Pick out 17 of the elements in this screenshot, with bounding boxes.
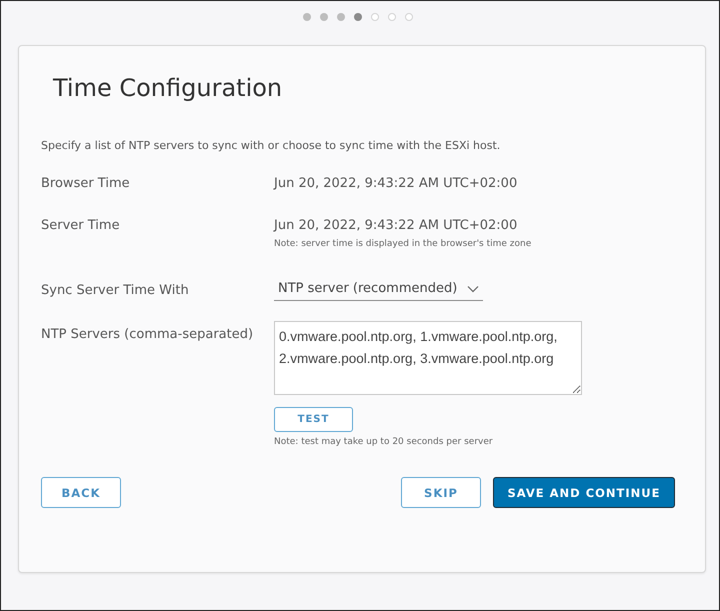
chevron-down-icon: [467, 284, 480, 292]
note-text: Note: server time is displayed in the browser's time zone: [274, 239, 532, 249]
page-title: Time Configuration: [53, 74, 284, 104]
description: Specify a list of NTP servers to sync with or choose to sync time with the ESXi host.: [41, 139, 502, 152]
field-label: NTP Servers (comma-separated): [41, 327, 254, 344]
field-value: Jun 20, 2022, 9:43:22 AM UTC+02:00: [274, 176, 518, 191]
field-label: Server Time: [41, 218, 121, 235]
ntp-servers-field[interactable]: 0.vmware.pool.ntp.org, 1.vmware.pool.ntp.org, 2.vmware.pool.ntp.org, 3.vmware.pool.ntp.org: [274, 321, 582, 395]
save-and-continue-button[interactable]: SAVE AND CONTINUE: [493, 477, 675, 508]
back-button[interactable]: BACK: [41, 477, 121, 508]
field-value: Jun 20, 2022, 9:43:22 AM UTC+02:00: [274, 218, 518, 233]
field-label: Sync Server Time With: [41, 282, 190, 298]
test-button[interactable]: TEST: [274, 407, 353, 432]
note-text: Note: test may take up to 20 seconds per server: [274, 437, 493, 447]
skip-button[interactable]: SKIP: [401, 477, 481, 508]
sync-select[interactable]: NTP server (recommended): [274, 279, 484, 301]
field-label: Browser Time: [41, 176, 131, 191]
